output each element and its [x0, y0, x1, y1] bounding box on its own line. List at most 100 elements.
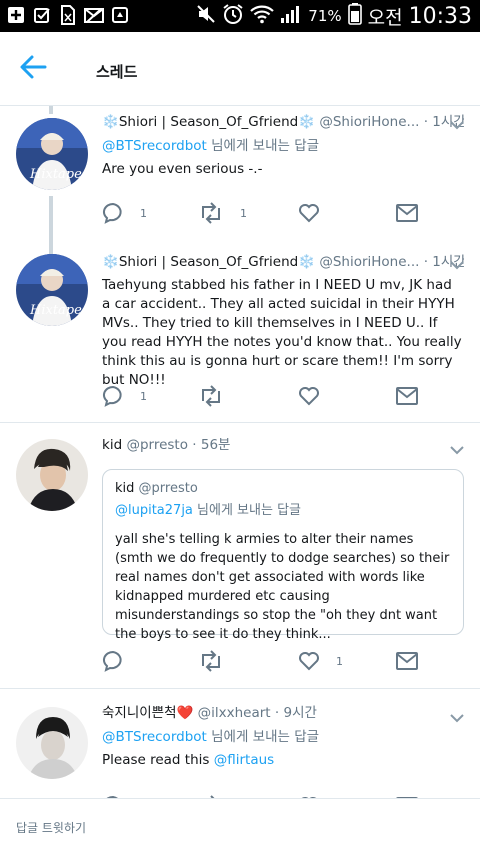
mail-blocked-icon	[84, 5, 104, 25]
mention-link[interactable]: @BTSrecordbot	[102, 729, 207, 745]
status-bar: 71% 오전 10:33	[0, 0, 480, 32]
chevron-down-icon[interactable]	[450, 713, 464, 723]
reply-input[interactable]: 답글 트윗하기	[16, 819, 86, 836]
clock-time: 10:33	[408, 3, 472, 29]
clock-ampm: 오전	[367, 6, 403, 29]
retweet-count: 1	[240, 206, 247, 220]
separator: ·	[423, 254, 428, 270]
chevron-down-icon[interactable]	[450, 120, 464, 130]
snowflake-icon: ❄️	[298, 254, 316, 270]
signal-icon	[280, 4, 302, 28]
display-name[interactable]: Shiori | Season_Of_Gfriend	[119, 254, 298, 270]
handle[interactable]: @ShioriHone...	[319, 114, 419, 130]
add-box-icon	[6, 5, 26, 25]
timestamp: 9시간	[283, 705, 317, 721]
chevron-down-icon[interactable]	[450, 260, 464, 270]
display-name[interactable]: kid	[102, 437, 122, 453]
avatar[interactable]: Hixtape	[16, 118, 88, 190]
handle[interactable]: @ilxxheart	[198, 705, 271, 721]
mail-icon	[396, 652, 418, 670]
chevron-down-icon[interactable]	[450, 445, 464, 455]
share-button[interactable]	[396, 648, 418, 674]
mail-icon	[396, 204, 418, 222]
svg-text:Hixtape: Hixtape	[29, 303, 82, 318]
quoted-tweet-text: yall she's telling k armies to alter the…	[115, 532, 450, 642]
handle[interactable]: @prresto	[126, 437, 188, 453]
reply-count: 1	[140, 206, 147, 220]
tweet[interactable]: Hixtape ❄️Shiori | Season_Of_Gfriend❄️ @…	[0, 106, 480, 236]
tweet-header: 숙지니이쁜척❤️ @ilxxheart · 9시간	[102, 703, 464, 723]
thread-line	[49, 106, 53, 114]
mention-link[interactable]: @BTSrecordbot	[102, 138, 207, 154]
like-button[interactable]	[298, 200, 320, 226]
tweet-header: kid @prresto · 56분	[102, 435, 464, 455]
heart-icon	[299, 387, 319, 406]
like-button[interactable]: 1	[298, 648, 343, 674]
heart-icon	[299, 652, 319, 671]
separator: ·	[192, 437, 197, 453]
avatar[interactable]	[16, 439, 88, 511]
reply-context-label: 님에게 보내는 답글	[206, 729, 320, 745]
mail-icon	[396, 387, 418, 405]
quoted-tweet[interactable]: kid @prresto @lupita27ja 님에게 보내는 답글 yall…	[102, 469, 464, 642]
handle: @prresto	[138, 481, 198, 496]
mention-link[interactable]: @lupita27ja	[115, 503, 193, 518]
recycle-icon	[110, 5, 130, 25]
display-name[interactable]: 숙지니이쁜척	[102, 705, 177, 721]
tweet-text: Taehyung stabbed his father in I NEED U …	[102, 277, 462, 388]
reply-context-label: 님에게 보내는 답글	[192, 503, 301, 518]
reply-button[interactable]: 1	[102, 383, 147, 409]
system-icons: 71% 오전 10:33	[196, 2, 472, 30]
reply-count: 1	[140, 389, 147, 403]
notification-icons	[6, 5, 130, 25]
reply-compose-bar[interactable]: 답글 트윗하기	[0, 798, 480, 853]
retweet-button[interactable]	[198, 648, 240, 674]
display-name[interactable]: Shiori | Season_Of_Gfriend	[119, 114, 298, 130]
display-name: kid	[115, 481, 135, 496]
reply-context: @BTSrecordbot 님에게 보내는 답글	[102, 727, 464, 747]
tweet-actions: 1 1	[102, 200, 432, 226]
svg-text:Hixtape: Hixtape	[29, 167, 82, 182]
wifi-icon	[250, 4, 275, 28]
heart-icon	[299, 204, 319, 223]
tweet-text: Please read this @flirtaus	[102, 751, 464, 770]
retweet-icon	[202, 202, 220, 224]
reply-context-label: 님에게 보내는 답글	[206, 138, 320, 154]
alarm-icon	[222, 3, 244, 29]
avatar[interactable]	[16, 707, 88, 779]
tweet[interactable]: kid @prresto · 56분 kid @prresto @lupita2…	[0, 423, 480, 688]
reply-icon	[102, 385, 122, 407]
retweet-button[interactable]: 1	[198, 200, 247, 226]
mute-icon	[196, 4, 216, 28]
tweet[interactable]: 숙지니이쁜척❤️ @ilxxheart · 9시간 @BTSrecordbot …	[0, 689, 480, 798]
separator: ·	[274, 705, 280, 721]
share-button[interactable]	[396, 383, 418, 409]
reply-icon	[102, 650, 122, 672]
handle[interactable]: @ShioriHone...	[319, 254, 419, 270]
battery-percent: 71%	[308, 7, 342, 25]
tweet-actions: 1	[102, 648, 432, 674]
separator: ·	[423, 114, 428, 130]
thread-line	[49, 236, 53, 254]
like-count: 1	[336, 654, 343, 668]
battery-icon	[347, 3, 362, 29]
back-button[interactable]	[18, 54, 52, 84]
snowflake-icon: ❄️	[298, 114, 316, 130]
sim-card-icon	[58, 5, 78, 25]
timestamp: 56분	[200, 437, 231, 453]
like-button[interactable]	[298, 383, 320, 409]
avatar[interactable]: Hixtape	[16, 254, 88, 326]
mention-link[interactable]: @flirtaus	[214, 752, 274, 768]
tweet-header: ❄️Shiori | Season_Of_Gfriend❄️ @ShioriHo…	[102, 112, 464, 132]
reply-context: @BTSrecordbot 님에게 보내는 답글	[102, 136, 464, 156]
retweet-button[interactable]	[198, 383, 240, 409]
tweet-actions: 1	[102, 383, 432, 409]
heart-emoji-icon: ❤️	[176, 705, 194, 721]
share-button[interactable]	[396, 200, 418, 226]
tweet-text-body: Please read this	[102, 752, 214, 768]
reply-button[interactable]	[102, 648, 140, 674]
tweet[interactable]: Hixtape ❄️Shiori | Season_Of_Gfriend❄️ @…	[0, 236, 480, 422]
reply-button[interactable]: 1	[102, 200, 147, 226]
checkbox-edit-icon	[32, 5, 52, 25]
reply-icon	[102, 202, 122, 224]
